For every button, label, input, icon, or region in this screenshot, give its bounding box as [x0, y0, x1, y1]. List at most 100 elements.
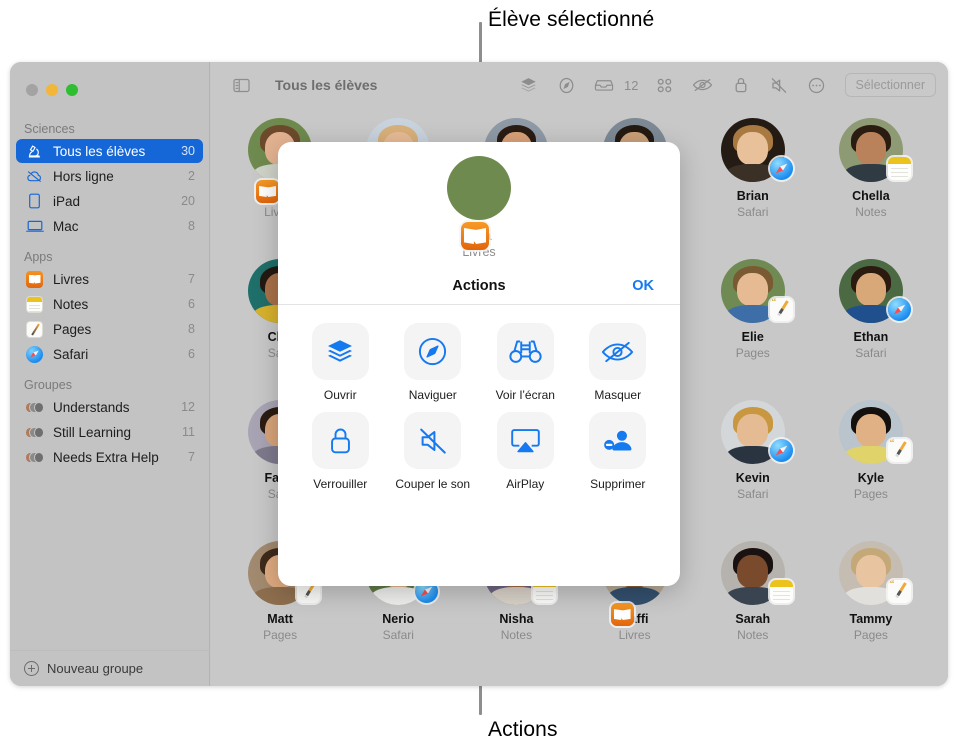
compass-icon[interactable]	[404, 323, 462, 380]
action-label: AirPlay	[506, 477, 545, 491]
books-app-icon	[610, 603, 634, 626]
minimize-button[interactable]	[46, 84, 58, 96]
student-tile[interactable]: Sarah Notes	[694, 535, 812, 676]
open-layers-icon[interactable]	[514, 72, 542, 98]
sidebar-item-notes[interactable]: Notes 6	[16, 292, 203, 316]
safari-app-icon	[769, 439, 793, 462]
speaker-slash-icon[interactable]	[404, 412, 462, 469]
sidebar-item-mac[interactable]: Mac 8	[16, 214, 203, 238]
student-actions-popover: Aga Livres Actions OK Ouvrir Naviguer Voir…	[278, 142, 680, 586]
student-name: Ethan	[853, 330, 889, 344]
maximize-button[interactable]	[66, 84, 78, 96]
action-person-minus[interactable]: Supprimer	[572, 412, 665, 491]
popover-avatar-wrap	[447, 156, 511, 250]
navigate-compass-icon[interactable]	[552, 72, 580, 98]
new-group-button[interactable]: Nouveau groupe	[10, 650, 210, 686]
action-layers[interactable]: Ouvrir	[294, 323, 387, 402]
avatar-wrap	[720, 400, 793, 464]
notes-app-icon	[25, 295, 44, 314]
binoculars-icon[interactable]	[496, 323, 554, 380]
action-compass[interactable]: Naviguer	[387, 323, 480, 402]
student-tile[interactable]: Kevin Safari	[694, 394, 812, 535]
student-app: Pages	[263, 628, 298, 642]
sidebar-item-label: Still Learning	[53, 424, 132, 440]
lock-icon[interactable]	[311, 412, 369, 469]
sidebar-item-count: 2	[188, 169, 195, 183]
sidebar-item-tous-les-eleves[interactable]: Tous les élèves 30	[16, 139, 203, 163]
sidebar-item-needs-extra-help[interactable]: Needs Extra Help 7	[16, 445, 203, 469]
student-name: Nisha	[499, 612, 534, 626]
action-speaker-slash[interactable]: Couper le son	[387, 412, 480, 491]
close-button[interactable]	[26, 84, 38, 96]
sidebar-item-ipad[interactable]: iPad 20	[16, 189, 203, 213]
student-tile[interactable]: Tammy Pages	[812, 535, 930, 676]
student-app: Notes	[855, 205, 887, 219]
action-airplay[interactable]: AirPlay	[479, 412, 572, 491]
grid-apps-icon[interactable]	[651, 72, 679, 98]
safari-app-icon	[25, 345, 44, 364]
student-name: Kyle	[857, 471, 885, 485]
student-tile[interactable]: Brian Safari	[694, 112, 812, 253]
sidebar-item-still-learning[interactable]: Still Learning 11	[16, 420, 203, 444]
student-tile[interactable]: Chella Notes	[812, 112, 930, 253]
sidebar-section-title: Apps	[24, 250, 53, 264]
sidebar-item-count: 6	[188, 297, 195, 311]
mute-speaker-slash-icon[interactable]	[765, 72, 793, 98]
more-ellipsis-icon[interactable]	[803, 72, 831, 98]
student-app: Safari	[382, 628, 414, 642]
layers-icon[interactable]	[311, 323, 369, 380]
pages-app-icon	[887, 439, 911, 462]
avatar-wrap	[720, 118, 793, 182]
action-label: Verrouiller	[313, 477, 368, 491]
sidebar-item-pages[interactable]: Pages 8	[16, 317, 203, 341]
mac-icon	[25, 217, 44, 236]
window-traffic-lights[interactable]	[26, 84, 78, 96]
books-app-icon	[25, 270, 44, 289]
action-lock[interactable]: Verrouiller	[294, 412, 387, 491]
page-title: Tous les élèves	[275, 77, 378, 93]
new-group-label: Nouveau groupe	[47, 661, 144, 676]
student-tile[interactable]: Kyle Pages	[812, 394, 930, 535]
popover-actions-title: Actions	[452, 277, 506, 294]
sidebar-item-label: Pages	[53, 321, 92, 337]
lock-icon[interactable]	[727, 72, 755, 98]
sidebar-toggle-icon[interactable]	[227, 72, 255, 98]
sidebar-item-count: 11	[182, 425, 195, 439]
select-button[interactable]: Sélectionner	[844, 73, 936, 97]
inbox-tray-icon[interactable]	[590, 72, 618, 98]
student-name: Tammy	[849, 612, 893, 626]
action-label: Naviguer	[408, 388, 457, 402]
student-tile[interactable]: Elie Pages	[694, 253, 812, 394]
pages-app-icon	[25, 320, 44, 339]
sidebar-item-understands[interactable]: Understands 12	[16, 395, 203, 419]
sidebar-item-hors-ligne[interactable]: Hors ligne 2	[16, 164, 203, 188]
cloud-slash-icon	[25, 167, 44, 186]
group-avatars-icon	[25, 423, 44, 442]
action-eye-slash[interactable]: Masquer	[572, 323, 665, 402]
action-label: Masquer	[594, 388, 642, 402]
sidebar-section-title: Groupes	[24, 378, 72, 392]
avatar	[447, 156, 511, 220]
student-name: Nerio	[382, 612, 415, 626]
sidebar-item-count: 7	[188, 450, 195, 464]
microscope-icon	[25, 142, 44, 161]
person-minus-icon[interactable]	[589, 412, 647, 469]
sidebar-item-livres[interactable]: Livres 7	[16, 267, 203, 291]
hide-eye-slash-icon[interactable]	[689, 72, 717, 98]
ok-button[interactable]: OK	[632, 278, 654, 294]
avatar-wrap	[720, 259, 793, 323]
sidebar-item-safari[interactable]: Safari 6	[16, 342, 203, 366]
notes-app-icon	[769, 580, 793, 603]
plus-circle-icon	[24, 661, 39, 676]
action-binoculars[interactable]: Voir l’écran	[479, 323, 572, 402]
sidebar-item-count: 6	[188, 347, 195, 361]
student-tile[interactable]: Ethan Safari	[812, 253, 930, 394]
student-app: Livres	[618, 628, 651, 642]
airplay-icon[interactable]	[496, 412, 554, 469]
sidebar-item-label: Hors ligne	[53, 168, 114, 184]
action-label: Couper le son	[395, 477, 471, 491]
actions-grid: Ouvrir Naviguer Voir l’écran Masquer Verroui…	[278, 305, 680, 491]
sidebar-item-count: 8	[188, 322, 195, 336]
eye-slash-icon[interactable]	[589, 323, 647, 380]
sidebar-item-count: 7	[188, 272, 195, 286]
